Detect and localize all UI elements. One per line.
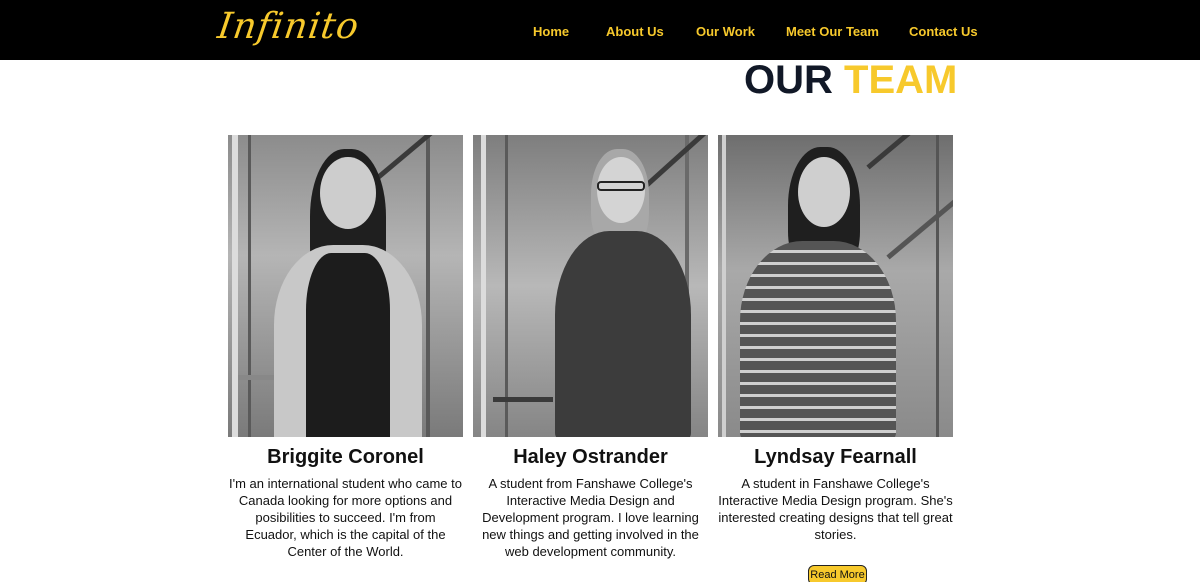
team-card-2: Haley Ostrander A student from Fanshawe … — [473, 135, 708, 560]
title-word-our: OUR — [744, 58, 833, 102]
page-title: OUR TEAM — [744, 58, 957, 103]
team-bio-3: A student in Fanshawe College's Interact… — [718, 476, 953, 542]
nav-home[interactable]: Home — [533, 24, 569, 39]
team-bio-2: A student from Fanshawe College's Intera… — [482, 476, 699, 559]
nav-contact-us[interactable]: Contact Us — [909, 24, 978, 39]
title-word-team: TEAM — [844, 58, 958, 102]
team-bio-1: I'm an international student who came to… — [228, 476, 462, 559]
read-more-button[interactable]: Read More — [808, 565, 867, 582]
nav-our-work[interactable]: Our Work — [696, 24, 755, 39]
team-photo-3 — [718, 135, 953, 437]
team-name-2: Haley Ostrander — [513, 446, 668, 468]
nav-meet-our-team[interactable]: Meet Our Team — [786, 24, 879, 39]
team-photo-1 — [228, 135, 463, 437]
nav-about-us[interactable]: About Us — [606, 24, 664, 39]
team-card-1: Briggite Coronel I'm an international st… — [228, 135, 463, 560]
team-card-3: Lyndsay Fearnall A student in Fanshawe C… — [718, 135, 953, 543]
team-name-1: Briggite Coronel — [267, 446, 424, 468]
top-navbar: Infinito Home About Us Our Work Meet Our… — [0, 0, 1200, 60]
site-logo[interactable]: Infinito — [215, 6, 362, 47]
team-name-3: Lyndsay Fearnall — [754, 446, 917, 468]
team-photo-2 — [473, 135, 708, 437]
